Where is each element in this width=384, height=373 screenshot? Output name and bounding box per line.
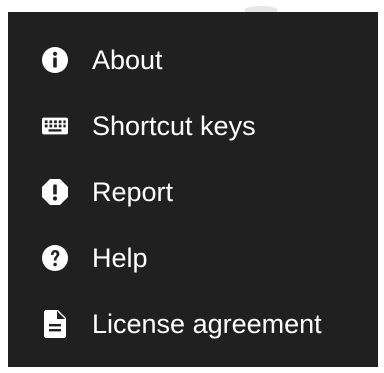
menu-item-report[interactable]: Report	[8, 168, 378, 216]
keyboard-icon	[42, 113, 68, 139]
help-icon	[42, 245, 68, 271]
menu-item-label: Report	[92, 177, 174, 207]
menu-item-label: Shortcut keys	[92, 111, 256, 141]
report-icon	[42, 179, 68, 205]
overflow-menu: About Shortcut keys Report Help License …	[8, 12, 378, 367]
menu-item-help[interactable]: Help	[8, 234, 378, 282]
menu-item-shortcut-keys[interactable]: Shortcut keys	[8, 102, 378, 150]
menu-item-license-agreement[interactable]: License agreement	[8, 300, 378, 348]
menu-item-label: License agreement	[92, 309, 322, 339]
menu-item-label: About	[92, 45, 163, 75]
document-icon	[42, 310, 68, 338]
menu-item-label: Help	[92, 243, 148, 273]
menu-item-about[interactable]: About	[8, 36, 378, 84]
info-icon	[42, 47, 68, 73]
